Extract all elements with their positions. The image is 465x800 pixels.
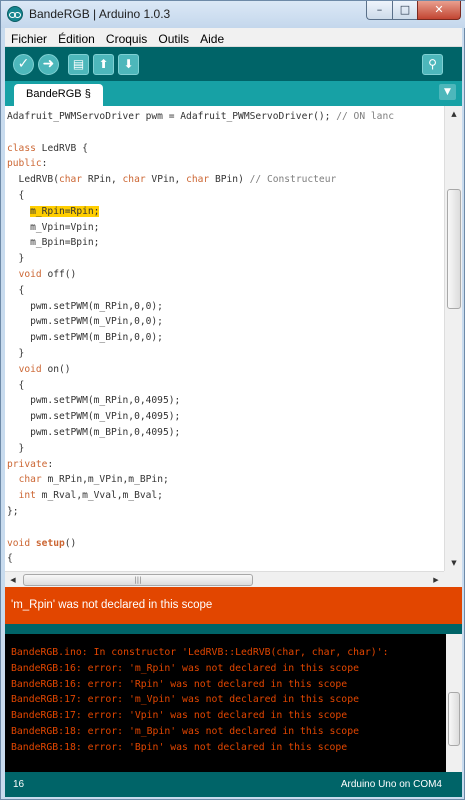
scroll-right-icon[interactable]: ▶ <box>428 572 444 588</box>
menu-bar: Fichier Édition Croquis Outils Aide <box>5 28 462 47</box>
console-line: BandeRGB:18: error: 'Bpin' was not decla… <box>11 741 348 753</box>
scroll-up-icon[interactable]: ▲ <box>445 106 463 122</box>
code-editor[interactable]: Adafruit_PWMServoDriver pwm = Adafruit_P… <box>5 106 444 571</box>
editor-horizontal-scrollbar[interactable]: ◀ ||| ▶ <box>5 571 444 587</box>
board-info: Arduino Uno on COM4 <box>340 779 442 790</box>
check-icon[interactable]: ✓ <box>13 54 34 75</box>
console-line: BandeRGB:16: error: 'm_Rpin' was not dec… <box>11 662 359 674</box>
menu-croquis[interactable]: Croquis <box>100 30 147 46</box>
hscroll-thumb[interactable]: ||| <box>23 574 253 586</box>
console-output[interactable]: BandeRGB.ino: In constructor 'LedRVB::Le… <box>5 634 446 772</box>
scroll-thumb[interactable] <box>447 189 461 309</box>
console-line: BandeRGB:16: error: 'Rpin' was not decla… <box>11 678 348 690</box>
code-line: { <box>7 189 25 201</box>
line-number: 16 <box>13 779 25 790</box>
menu-edition[interactable]: Édition <box>52 30 95 46</box>
code-line: m_Vpin=Vpin; <box>7 221 100 233</box>
code-line: LedRVB(char RPin, char VPin, char BPin) … <box>7 174 337 186</box>
console-lines: BandeRGB.ino: In constructor 'LedRVB::Le… <box>5 645 389 756</box>
code-line: pwm.setPWM(m_VPin,0,4095); <box>7 411 181 423</box>
toolbar: ✓ ➜ ▤ ⬆ ⬇ ⚲ <box>5 47 462 81</box>
maximize-button[interactable]: □ <box>392 1 417 20</box>
tab-strip: BandeRGB § ▼ <box>5 81 462 106</box>
console-vertical-scrollbar[interactable] <box>446 634 462 772</box>
code-line: { <box>7 284 25 296</box>
status-message: 'm_Rpin' was not declared in this scope <box>11 599 213 611</box>
arrow-down-icon[interactable]: ⬇ <box>118 54 139 75</box>
code-line: { <box>7 553 13 565</box>
console-line: BandeRGB.ino: In constructor 'LedRVB::Le… <box>11 647 389 658</box>
code-line: pwm.setPWM(m_RPin,0,0); <box>7 300 163 312</box>
code-line: { <box>7 379 25 391</box>
menu-fichier[interactable]: Fichier <box>5 30 47 46</box>
code-line: public: <box>7 158 48 170</box>
code-line: void on() <box>18 363 71 375</box>
menu-aide[interactable]: Aide <box>194 30 224 46</box>
window-title: BandeRGB | Arduino 1.0.3 <box>29 7 171 21</box>
console-line: BandeRGB:17: error: 'Vpin' was not decla… <box>11 710 348 722</box>
code-line: }; <box>7 505 19 517</box>
code-line: void setup() <box>7 537 77 549</box>
code-line: m_Bpin=Bpin; <box>7 237 100 249</box>
code-line: Adafruit_PWMServoDriver pwm = Adafruit_P… <box>7 111 394 122</box>
code-text: Adafruit_PWMServoDriver pwm = Adafruit_P… <box>7 109 394 567</box>
code-line: class LedRVB { <box>7 142 88 154</box>
scroll-left-icon[interactable]: ◀ <box>5 572 21 588</box>
error-status-bar: 'm_Rpin' was not declared in this scope <box>5 587 462 624</box>
new-file-icon[interactable]: ▤ <box>68 54 89 75</box>
code-line: pwm.setPWM(m_VPin,0,0); <box>7 316 163 328</box>
console-line: BandeRGB:18: error: 'm_Bpin' was not dec… <box>11 725 359 737</box>
arrow-up-icon[interactable]: ⬆ <box>93 54 114 75</box>
code-line: pwm.setPWM(m_BPin,0,0); <box>7 332 163 344</box>
scrollbar-corner <box>444 571 462 587</box>
console-divider[interactable] <box>5 624 462 634</box>
arduino-window: BandeRGB | Arduino 1.0.3 – □ ✕ Fichier É… <box>0 0 465 800</box>
code-line: pwm.setPWM(m_RPin,0,4095); <box>7 395 181 407</box>
editor-vertical-scrollbar[interactable]: ▲ ▼ <box>444 106 462 571</box>
code-line: char m_RPin,m_VPin,m_BPin; <box>18 474 169 486</box>
code-line: void off() <box>18 268 77 280</box>
menu-outils[interactable]: Outils <box>152 30 189 46</box>
code-line: } <box>7 253 25 265</box>
code-line: private: <box>7 458 54 470</box>
close-button[interactable]: ✕ <box>417 1 461 20</box>
magnifier-icon[interactable]: ⚲ <box>422 54 443 75</box>
code-line: pwm.setPWM(m_BPin,0,4095); <box>7 426 181 438</box>
code-line: int m_Rval,m_Vval,m_Bval; <box>18 490 163 502</box>
arduino-logo-icon <box>7 6 23 22</box>
footer-bar: 16 Arduino Uno on COM4 <box>5 772 462 797</box>
scroll-down-icon[interactable]: ▼ <box>445 555 463 571</box>
title-bar[interactable]: BandeRGB | Arduino 1.0.3 – □ ✕ <box>1 1 465 28</box>
tab-banderg[interactable]: BandeRGB § <box>14 84 103 106</box>
code-line: } <box>7 347 25 359</box>
highlighted-error-line: m_Rpin=Rpin; <box>30 205 100 217</box>
chevron-down-icon[interactable]: ▼ <box>439 84 456 100</box>
arrow-right-icon[interactable]: ➜ <box>38 54 59 75</box>
code-line: } <box>7 442 25 454</box>
minimize-button[interactable]: – <box>366 1 392 20</box>
console-line: BandeRGB:17: error: 'm_Vpin' was not dec… <box>11 694 359 706</box>
console-scroll-thumb[interactable] <box>448 692 460 746</box>
